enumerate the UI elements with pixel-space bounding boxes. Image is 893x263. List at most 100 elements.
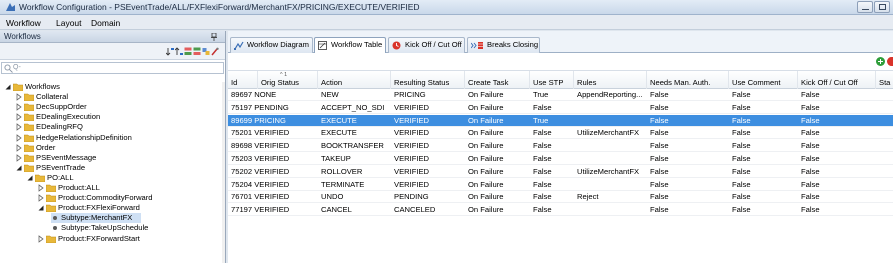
table-cell: False xyxy=(732,115,751,125)
tab-workflow-table[interactable]: Workflow Table xyxy=(314,37,386,54)
table-cell: False xyxy=(801,115,820,125)
column-header[interactable]: Resulting Status xyxy=(391,71,465,89)
tree-item[interactable]: PSEventTrade xyxy=(0,163,223,173)
tree-item-label: Order xyxy=(36,142,56,152)
pin-icon[interactable] xyxy=(211,33,217,41)
table-cell xyxy=(574,179,647,191)
tree-item[interactable]: Workflows xyxy=(0,82,223,92)
collapse-all-icon[interactable] xyxy=(193,47,201,56)
column-header[interactable]: Action xyxy=(318,71,391,89)
maximize-button[interactable] xyxy=(874,1,890,13)
tree-item[interactable]: Product:FXForwardStart xyxy=(0,234,223,244)
table-cell: False xyxy=(801,179,820,189)
collapsed-arrow-icon[interactable] xyxy=(16,133,22,142)
tree-item[interactable]: PO:ALL xyxy=(0,173,223,183)
table-row[interactable]: 89698 VERIFIED BOOKTRANSFER VERIFIED On Fai… xyxy=(228,140,893,153)
table-cell: False xyxy=(732,205,751,215)
workflows-panel-header: Workflows xyxy=(0,31,225,43)
table-cell: False xyxy=(650,166,669,176)
table-icon xyxy=(318,41,327,50)
tree-item[interactable]: Subtype:MerchantFX xyxy=(51,213,141,224)
settings-icon[interactable] xyxy=(211,47,219,56)
table-row[interactable]: 75203 VERIFIED TAKEUP VERIFIED On Failure Fa… xyxy=(228,153,893,165)
table-cell: False xyxy=(801,205,820,215)
folder-icon xyxy=(46,194,56,203)
tree-item[interactable]: Product:CommodityForward xyxy=(0,193,223,203)
table-cell: VERIFIED xyxy=(394,141,430,151)
tree-item[interactable]: EDealingExecution xyxy=(0,112,223,122)
table-row[interactable]: 75201 VERIFIED EXECUTE VERIFIED On Failure F… xyxy=(228,127,893,140)
folder-icon xyxy=(24,114,34,122)
expanded-arrow-icon[interactable] xyxy=(16,164,22,172)
table-cell: False xyxy=(801,90,820,99)
tree-item[interactable]: EDealingRFQ xyxy=(0,122,223,132)
column-header[interactable]: Sta xyxy=(876,71,893,89)
column-header[interactable]: Use STP xyxy=(530,71,574,89)
search-input[interactable]: Q- xyxy=(1,62,224,74)
tree-item[interactable]: HedgeRelationshipDefinition xyxy=(0,133,223,143)
sort-descending-icon[interactable] xyxy=(175,47,183,56)
tree-scrollbar[interactable] xyxy=(222,82,225,263)
column-header[interactable]: Orig Status ^ 1 xyxy=(258,71,318,89)
menu-layout[interactable]: Layout xyxy=(56,18,82,28)
collapsed-arrow-icon[interactable] xyxy=(38,234,44,243)
collapsed-arrow-icon[interactable] xyxy=(16,123,22,132)
tree-item[interactable]: Product:FXFlexiForward xyxy=(0,203,223,213)
tree-item-label: PSEventMessage xyxy=(36,152,97,162)
collapsed-arrow-icon[interactable] xyxy=(16,113,22,122)
table-row[interactable]: 89699 PRICING EXECUTE VERIFIED On Failure Tr… xyxy=(228,114,893,127)
table-row[interactable]: 75202 VERIFIED ROLLOVER VERIFIED On Failure… xyxy=(228,166,893,178)
tree-item[interactable]: Subtype:TakeUpSchedule xyxy=(0,223,223,233)
menu-workflow[interactable]: Workflow xyxy=(6,18,41,28)
search-icon xyxy=(4,64,13,73)
tree-item[interactable]: Order xyxy=(0,143,223,153)
column-header[interactable]: Id xyxy=(228,71,258,89)
table-row[interactable]: 75197 PENDING ACCEPT_NO_SDI VERIFIED On Fai… xyxy=(228,102,893,114)
table-cell: False xyxy=(732,141,751,151)
sort-ascending-icon[interactable] xyxy=(166,47,174,56)
column-header[interactable]: Needs Man. Auth. xyxy=(647,71,729,89)
link-icon[interactable] xyxy=(202,47,210,56)
tab-breaks-closing[interactable]: Breaks Closing xyxy=(467,37,540,53)
column-header[interactable]: Use Comment xyxy=(729,71,798,89)
table-row[interactable]: 75204 VERIFIED TERMINATE VERIFIED On Failur… xyxy=(228,179,893,191)
column-header[interactable]: Create Task xyxy=(465,71,530,89)
expand-all-icon[interactable] xyxy=(184,47,192,56)
column-header[interactable]: Rules xyxy=(574,71,647,89)
table-cell: NEW xyxy=(321,90,339,99)
menu-domain[interactable]: Domain xyxy=(91,18,120,28)
tree-item[interactable]: DecSuppOrder xyxy=(0,102,223,112)
expanded-arrow-icon[interactable] xyxy=(38,204,44,212)
tab-workflow-diagram[interactable]: Workflow Diagram xyxy=(230,37,313,53)
table-cell xyxy=(574,115,647,127)
expanded-arrow-icon[interactable] xyxy=(27,174,33,182)
table-cell: 75204 VERIFIED xyxy=(231,179,290,189)
add-icon[interactable] xyxy=(876,57,885,66)
table-row[interactable]: 76701 VERIFIED UNDO PENDING On Failure False… xyxy=(228,191,893,204)
table-cell xyxy=(574,153,647,165)
table-cell: False xyxy=(533,179,552,189)
tab-strip: Workflow Diagram Workflow Table Kick Off… xyxy=(228,37,893,54)
column-header[interactable]: Kick Off / Cut Off xyxy=(798,71,876,89)
remove-icon[interactable] xyxy=(887,57,893,66)
table-cell: False xyxy=(801,128,820,138)
tree-item[interactable]: PSEventMessage xyxy=(0,153,223,163)
tree-item[interactable]: Product:ALL xyxy=(0,183,223,193)
collapsed-arrow-icon[interactable] xyxy=(16,93,22,101)
collapsed-arrow-icon[interactable] xyxy=(38,194,44,202)
table-cell: 77197 VERIFIED xyxy=(231,205,290,215)
collapsed-arrow-icon[interactable] xyxy=(16,143,22,152)
collapsed-arrow-icon[interactable] xyxy=(16,103,22,111)
workflows-panel-title: Workflows xyxy=(4,32,41,41)
collapsed-arrow-icon[interactable] xyxy=(16,153,22,162)
expanded-arrow-icon[interactable] xyxy=(5,83,11,91)
table-cell: On Failure xyxy=(468,192,504,202)
table-row[interactable]: 77197 VERIFIED CANCEL CANCELED On Failure Fa… xyxy=(228,204,893,217)
table-cell: False xyxy=(533,205,552,215)
table-cell: PRICING xyxy=(394,90,426,99)
table-row[interactable]: 89697 NONE NEW PRICING On Failure True Append… xyxy=(228,89,893,101)
collapsed-arrow-icon[interactable] xyxy=(38,184,44,192)
tab-kick-off-cut-off[interactable]: Kick Off / Cut Off xyxy=(388,37,465,53)
minimize-button[interactable] xyxy=(857,1,873,13)
tree-item[interactable]: Collateral xyxy=(0,92,223,102)
